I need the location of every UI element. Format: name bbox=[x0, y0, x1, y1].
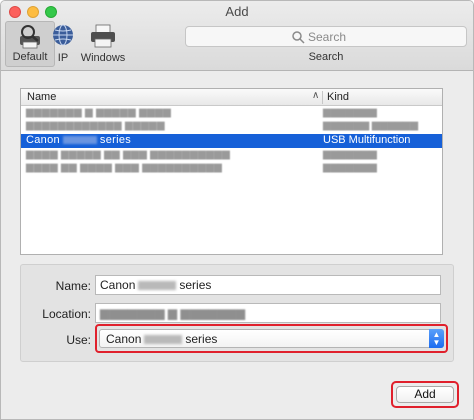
location-label: Location: bbox=[42, 307, 91, 321]
toolbar-ip-button[interactable]: IP bbox=[45, 21, 81, 67]
table-row[interactable]: ▆▆▆▆ ▆▆ ▆▆▆▆ ▆▆▆ ▆▆▆▆▆▆▆▆▆▆ ▆▆▆▆▆▆▆ bbox=[21, 162, 442, 175]
redacted-printer-name: ▆▆▆▆▆▆▆▆▆▆▆▆ ▆▆▆▆▆ bbox=[26, 120, 165, 131]
use-driver-select[interactable]: Canon series ▲ ▼ bbox=[99, 329, 444, 348]
use-select-highlight: Canon series ▲ ▼ bbox=[95, 324, 448, 353]
location-field[interactable]: ▆▆▆▆▆▆▆ ▆ ▆▆▆▆▆▆▆ bbox=[95, 303, 441, 323]
printer-list[interactable]: Name ∧ Kind ▆▆▆▆▆▆▆ ▆ ▆▆▆▆▆ ▆▆▆▆ ▆▆▆▆▆▆▆… bbox=[20, 88, 443, 255]
printer-details-panel: Name: Canon series Location: ▆▆▆▆▆▆▆ ▆ ▆▆… bbox=[20, 264, 454, 362]
select-stepper-icon: ▲ ▼ bbox=[429, 329, 444, 348]
redacted-location-value: ▆▆▆▆▆▆▆ ▆ ▆▆▆▆▆▆▆ bbox=[100, 306, 246, 320]
name-field[interactable]: Canon series bbox=[95, 275, 441, 295]
globe-icon bbox=[53, 24, 73, 46]
redacted-printer-kind: ▆▆▆▆▆▆▆ bbox=[323, 149, 377, 160]
redacted-printer-name: ▆▆▆▆ ▆▆ ▆▆▆▆ ▆▆▆ ▆▆▆▆▆▆▆▆▆▆ bbox=[26, 162, 223, 173]
redacted-model-number bbox=[144, 335, 183, 345]
add-printer-window: Add Default IP Windows Search Search Nam… bbox=[0, 0, 474, 420]
search-placeholder: Search bbox=[308, 30, 347, 44]
selected-printer-kind: USB Multifunction bbox=[323, 134, 411, 146]
redacted-printer-kind: ▆▆▆▆▆▆▆ bbox=[323, 107, 377, 118]
redacted-printer-kind: ▆▆▆▆▆▆▆ bbox=[323, 162, 377, 173]
default-printer-icon bbox=[20, 25, 40, 49]
table-row[interactable]: ▆▆▆▆ ▆▆▆▆▆ ▆▆ ▆▆▆ ▆▆▆▆▆▆▆▆▆▆ ▆▆▆▆▆▆▆ bbox=[21, 149, 442, 162]
column-header-name[interactable]: Name bbox=[27, 91, 56, 103]
toolbar-windows-label: Windows bbox=[80, 52, 126, 64]
toolbar-windows-button[interactable]: Windows bbox=[79, 21, 127, 67]
window-title: Add bbox=[225, 4, 249, 19]
search-icon bbox=[292, 31, 305, 44]
redacted-model-number bbox=[138, 281, 177, 291]
toolbar-ip-label: IP bbox=[57, 52, 69, 64]
search-caption: Search bbox=[308, 51, 344, 63]
windows-printer-icon bbox=[91, 24, 115, 48]
add-button[interactable]: Add bbox=[396, 386, 454, 403]
column-header-kind[interactable]: Kind bbox=[327, 91, 349, 103]
table-header: Name ∧ Kind bbox=[21, 89, 442, 106]
search-input[interactable]: Search bbox=[185, 26, 467, 47]
toolbar: Add Default IP Windows Search Search bbox=[1, 1, 473, 71]
table-row[interactable]: ▆▆▆▆▆▆▆▆▆▆▆▆ ▆▆▆▆▆ ▆▆▆▆▆▆ ▆▆▆▆▆▆ bbox=[21, 120, 442, 133]
redacted-printer-name: ▆▆▆▆▆▆▆ ▆ ▆▆▆▆▆ ▆▆▆▆ bbox=[26, 107, 172, 118]
redacted-printer-name: ▆▆▆▆ ▆▆▆▆▆ ▆▆ ▆▆▆ ▆▆▆▆▆▆▆▆▆▆ bbox=[26, 149, 231, 160]
redacted-model-number bbox=[62, 136, 97, 145]
column-divider bbox=[322, 91, 323, 104]
sort-ascending-icon: ∧ bbox=[312, 90, 320, 101]
table-row-selected[interactable]: Canon series USB Multifunction bbox=[21, 134, 442, 148]
table-row[interactable]: ▆▆▆▆▆▆▆ ▆ ▆▆▆▆▆ ▆▆▆▆ ▆▆▆▆▆▆▆ bbox=[21, 107, 442, 120]
redacted-printer-kind: ▆▆▆▆▆▆ ▆▆▆▆▆▆ bbox=[323, 120, 419, 131]
selected-printer-name: Canon series bbox=[26, 134, 132, 146]
use-label: Use: bbox=[66, 333, 91, 347]
add-button-highlight: Add bbox=[391, 381, 459, 408]
name-label: Name: bbox=[55, 279, 91, 293]
